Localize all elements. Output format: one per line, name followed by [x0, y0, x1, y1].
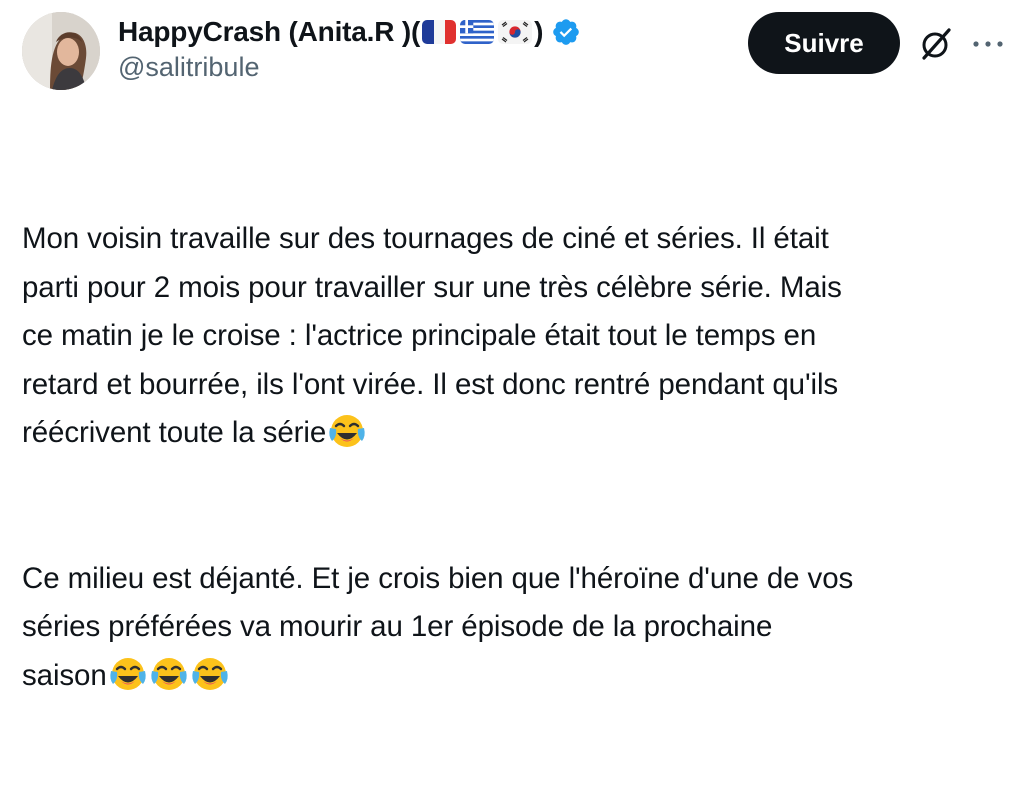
tweet-line: saison: [22, 658, 107, 692]
verified-badge-icon[interactable]: [551, 17, 581, 47]
follow-button[interactable]: Suivre: [748, 12, 900, 74]
flag-south-korea-icon: [498, 20, 533, 44]
tweet-line: retard et bourrée, ils l'ont virée. Il e…: [22, 367, 839, 401]
tweet-card: HappyCrash (Anita.R )() @salitribule Su…: [0, 0, 1024, 692]
display-name-suffix: ): [534, 16, 544, 47]
tweet-line: Mon voisin travaille sur des tournages d…: [22, 222, 829, 255]
author-handle[interactable]: @salitribule: [118, 52, 259, 83]
face-with-tears-of-joy-icon: [327, 410, 367, 450]
author-name-row[interactable]: HappyCrash (Anita.R )(): [118, 13, 581, 51]
face-with-tears-of-joy-icon: [149, 653, 189, 693]
tweet-paragraph-2: Ce milieu est déjanté. Et je crois bien …: [22, 555, 1012, 701]
flag-group: [422, 20, 533, 44]
flag-greece-icon: [460, 20, 495, 44]
tweet-line: Ce milieu est déjanté. Et je crois bien …: [22, 561, 854, 595]
tweet-line: ce matin je le croise : l'actrice princi…: [22, 319, 817, 352]
more-options-icon[interactable]: [968, 30, 1008, 58]
tweet-paragraph-1: Mon voisin travaille sur des tournages d…: [22, 215, 1012, 458]
grok-icon[interactable]: [918, 26, 954, 62]
tweet-line: séries préférées va mourir au 1er épisod…: [22, 610, 773, 643]
tweet-line: parti pour 2 mois pour travailler sur un…: [22, 270, 842, 304]
display-name[interactable]: HappyCrash (Anita.R )(: [118, 16, 420, 48]
avatar-photo: [22, 12, 100, 90]
face-with-tears-of-joy-icon: [190, 653, 230, 693]
flag-france-icon: [422, 20, 457, 44]
tweet-text: Mon voisin travaille sur des tournages d…: [22, 118, 1012, 797]
avatar[interactable]: [22, 12, 100, 90]
tweet-line: réécrivent toute la série: [22, 416, 327, 449]
face-with-tears-of-joy-icon: [108, 653, 148, 693]
